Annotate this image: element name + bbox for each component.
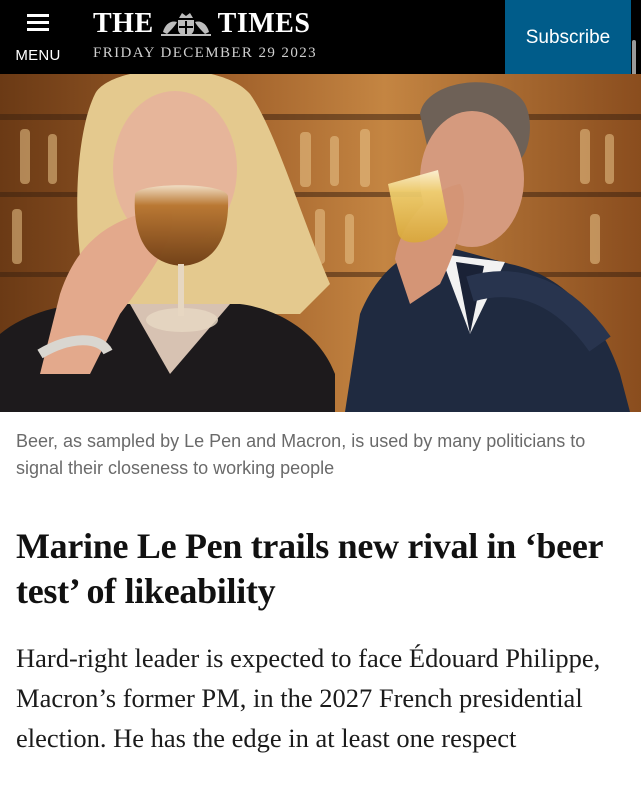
menu-label: MENU [15,47,61,64]
masthead-times: TIMES [217,8,311,39]
masthead-the: THE [93,8,154,39]
top-bar: MENU THE TIMES FRIDAY DECEMBER 29 2023 S… [0,0,641,76]
masthead-logo[interactable]: THE TIMES [93,7,310,41]
scrollbar-thumb[interactable] [632,40,636,76]
subscribe-button[interactable]: Subscribe [505,0,631,74]
royal-crest-icon [160,13,211,36]
image-caption: Beer, as sampled by Le Pen and Macron, i… [16,431,586,478]
article-hero-image [0,74,641,412]
article-headline: Marine Le Pen trails new rival in ‘beer … [16,526,603,611]
menu-button[interactable]: MENU [0,0,76,74]
hamburger-icon [27,14,49,32]
article-standfirst: Hard-right leader is expected to face Éd… [16,643,601,753]
dateline: FRIDAY DECEMBER 29 2023 [93,45,318,61]
